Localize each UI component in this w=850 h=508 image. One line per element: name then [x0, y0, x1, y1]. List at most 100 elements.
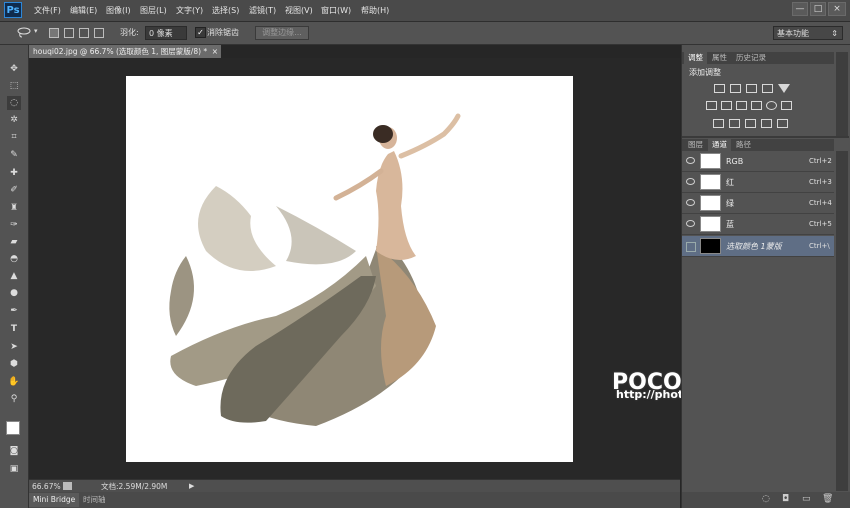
close-button[interactable]: ×: [828, 2, 846, 16]
type-tool-icon[interactable]: T: [7, 322, 21, 336]
subtract-selection-icon[interactable]: [79, 28, 89, 38]
tab-timeline[interactable]: 时间轴: [79, 493, 110, 507]
history-brush-tool-icon[interactable]: ✑: [7, 218, 21, 232]
pen-tool-icon[interactable]: ✒: [7, 304, 21, 318]
gradient-map-icon[interactable]: [761, 119, 772, 128]
channel-shortcut: Ctrl+3: [809, 178, 832, 186]
antialias-checkbox[interactable]: ✓: [195, 27, 206, 38]
tab-layers[interactable]: 图层: [684, 139, 707, 151]
eraser-tool-icon[interactable]: ▰: [7, 235, 21, 249]
menu-filter[interactable]: 滤镜(T): [249, 0, 276, 21]
visibility-box[interactable]: [686, 242, 696, 252]
quick-mask-icon[interactable]: ◙: [7, 444, 21, 458]
channel-row-rgb[interactable]: RGB Ctrl+2: [682, 151, 834, 172]
workspace-chevron-icon: ⇕: [831, 29, 838, 38]
menu-type[interactable]: 文字(Y): [176, 0, 203, 21]
bottom-panel-tabs: Mini Bridge 时间轴: [29, 492, 680, 508]
shape-tool-icon[interactable]: ⬢: [7, 357, 21, 371]
channel-name: 红: [726, 178, 734, 187]
foreground-color-swatch[interactable]: [6, 421, 20, 435]
document-tab[interactable]: houqi02.jpg @ 66.7% (选取颜色 1, 图层蒙版/8) * ×: [29, 45, 221, 58]
color-balance-icon[interactable]: [721, 101, 732, 110]
document-canvas[interactable]: [126, 76, 573, 462]
eye-icon[interactable]: [686, 220, 695, 227]
channel-thumbnail: [700, 195, 721, 211]
new-channel-icon[interactable]: ▭: [802, 494, 811, 504]
add-selection-icon[interactable]: [64, 28, 74, 38]
curves-icon[interactable]: [746, 84, 757, 93]
magic-wand-tool-icon[interactable]: ✲: [7, 113, 21, 127]
menu-layer[interactable]: 图层(L): [140, 0, 167, 21]
feather-input[interactable]: 0 像素: [145, 26, 187, 40]
channels-scrollbar[interactable]: [836, 151, 848, 491]
options-bar: ▾ 羽化: 0 像素 ✓ 消除锯齿 调整边缘... 基本功能 ⇕: [0, 22, 850, 45]
workspace-value: 基本功能: [777, 29, 809, 38]
eyedropper-tool-icon[interactable]: ✎: [7, 148, 21, 162]
tab-adjustments[interactable]: 调整: [684, 52, 707, 64]
eye-icon[interactable]: [686, 199, 695, 206]
lasso-icon[interactable]: [16, 27, 32, 38]
photo-filter-icon[interactable]: [751, 101, 762, 110]
channel-row-mask[interactable]: 选取颜色 1蒙版 Ctrl+\: [682, 236, 834, 257]
tab-channels[interactable]: 通道: [708, 139, 731, 151]
levels-icon[interactable]: [730, 84, 741, 93]
posterize-icon[interactable]: [729, 119, 740, 128]
marquee-tool-icon[interactable]: ⬚: [7, 79, 21, 93]
paint-bucket-tool-icon[interactable]: ◓: [7, 252, 21, 266]
menu-view[interactable]: 视图(V): [285, 0, 313, 21]
vibrance-icon[interactable]: [778, 84, 790, 93]
zoom-tool-icon[interactable]: ⚲: [7, 392, 21, 406]
invert-icon[interactable]: [713, 119, 724, 128]
crop-tool-icon[interactable]: ⌗: [7, 130, 21, 144]
selective-color-icon[interactable]: [777, 119, 788, 128]
color-lookup-icon[interactable]: [781, 101, 792, 110]
dodge-tool-icon[interactable]: ●: [7, 286, 21, 300]
lasso-tool-icon[interactable]: ◌: [7, 96, 21, 110]
tab-history[interactable]: 历史记录: [732, 52, 770, 64]
channel-mixer-icon[interactable]: [766, 101, 777, 110]
status-bar: 66.67% 文档:2.59M/2.90M ▶: [29, 479, 680, 493]
tab-properties[interactable]: 属性: [708, 52, 731, 64]
channel-row-blue[interactable]: 蓝 Ctrl+5: [682, 214, 834, 235]
maximize-button[interactable]: □: [810, 2, 826, 16]
exposure-icon[interactable]: [762, 84, 773, 93]
menu-file[interactable]: 文件(F): [34, 0, 61, 21]
eye-icon[interactable]: [686, 178, 695, 185]
hand-tool-icon[interactable]: ✋: [7, 375, 21, 389]
brightness-icon[interactable]: [714, 84, 725, 93]
refine-edge-button[interactable]: 调整边缘...: [255, 26, 309, 40]
intersect-selection-icon[interactable]: [94, 28, 104, 38]
load-selection-icon[interactable]: ◌: [762, 494, 770, 504]
adjustments-scrollbar[interactable]: [836, 52, 848, 136]
tab-paths[interactable]: 路径: [732, 139, 755, 151]
new-selection-icon[interactable]: [49, 28, 59, 38]
status-menu-icon[interactable]: [63, 482, 72, 490]
chevron-down-icon[interactable]: ▾: [34, 27, 38, 35]
brush-tool-icon[interactable]: ✐: [7, 183, 21, 197]
panel-divider: [682, 136, 849, 138]
move-tool-icon[interactable]: ✥: [7, 62, 21, 76]
threshold-icon[interactable]: [745, 119, 756, 128]
trash-icon[interactable]: 🗑: [822, 494, 833, 504]
workspace-select[interactable]: 基本功能 ⇕: [773, 26, 843, 40]
eye-icon[interactable]: [686, 157, 695, 164]
channel-row-green[interactable]: 绿 Ctrl+4: [682, 193, 834, 214]
menu-image[interactable]: 图像(I): [106, 0, 131, 21]
blur-tool-icon[interactable]: ▲: [7, 269, 21, 283]
menu-help[interactable]: 帮助(H): [361, 0, 389, 21]
menu-select[interactable]: 选择(S): [212, 0, 239, 21]
menu-window[interactable]: 窗口(W): [321, 0, 351, 21]
hue-saturation-icon[interactable]: [706, 101, 717, 110]
channel-row-red[interactable]: 红 Ctrl+3: [682, 172, 834, 193]
clone-stamp-tool-icon[interactable]: ♜: [7, 201, 21, 215]
minimize-button[interactable]: —: [792, 2, 808, 16]
tab-mini-bridge[interactable]: Mini Bridge: [29, 493, 80, 507]
black-white-icon[interactable]: [736, 101, 747, 110]
close-tab-icon[interactable]: ×: [212, 45, 218, 58]
channel-shortcut: Ctrl+\: [809, 242, 830, 250]
menu-edit[interactable]: 编辑(E): [70, 0, 97, 21]
save-selection-icon[interactable]: ◘: [782, 494, 789, 504]
screen-mode-icon[interactable]: ▣: [7, 462, 21, 476]
healing-brush-tool-icon[interactable]: ✚: [7, 166, 21, 180]
path-selection-tool-icon[interactable]: ➤: [7, 340, 21, 354]
